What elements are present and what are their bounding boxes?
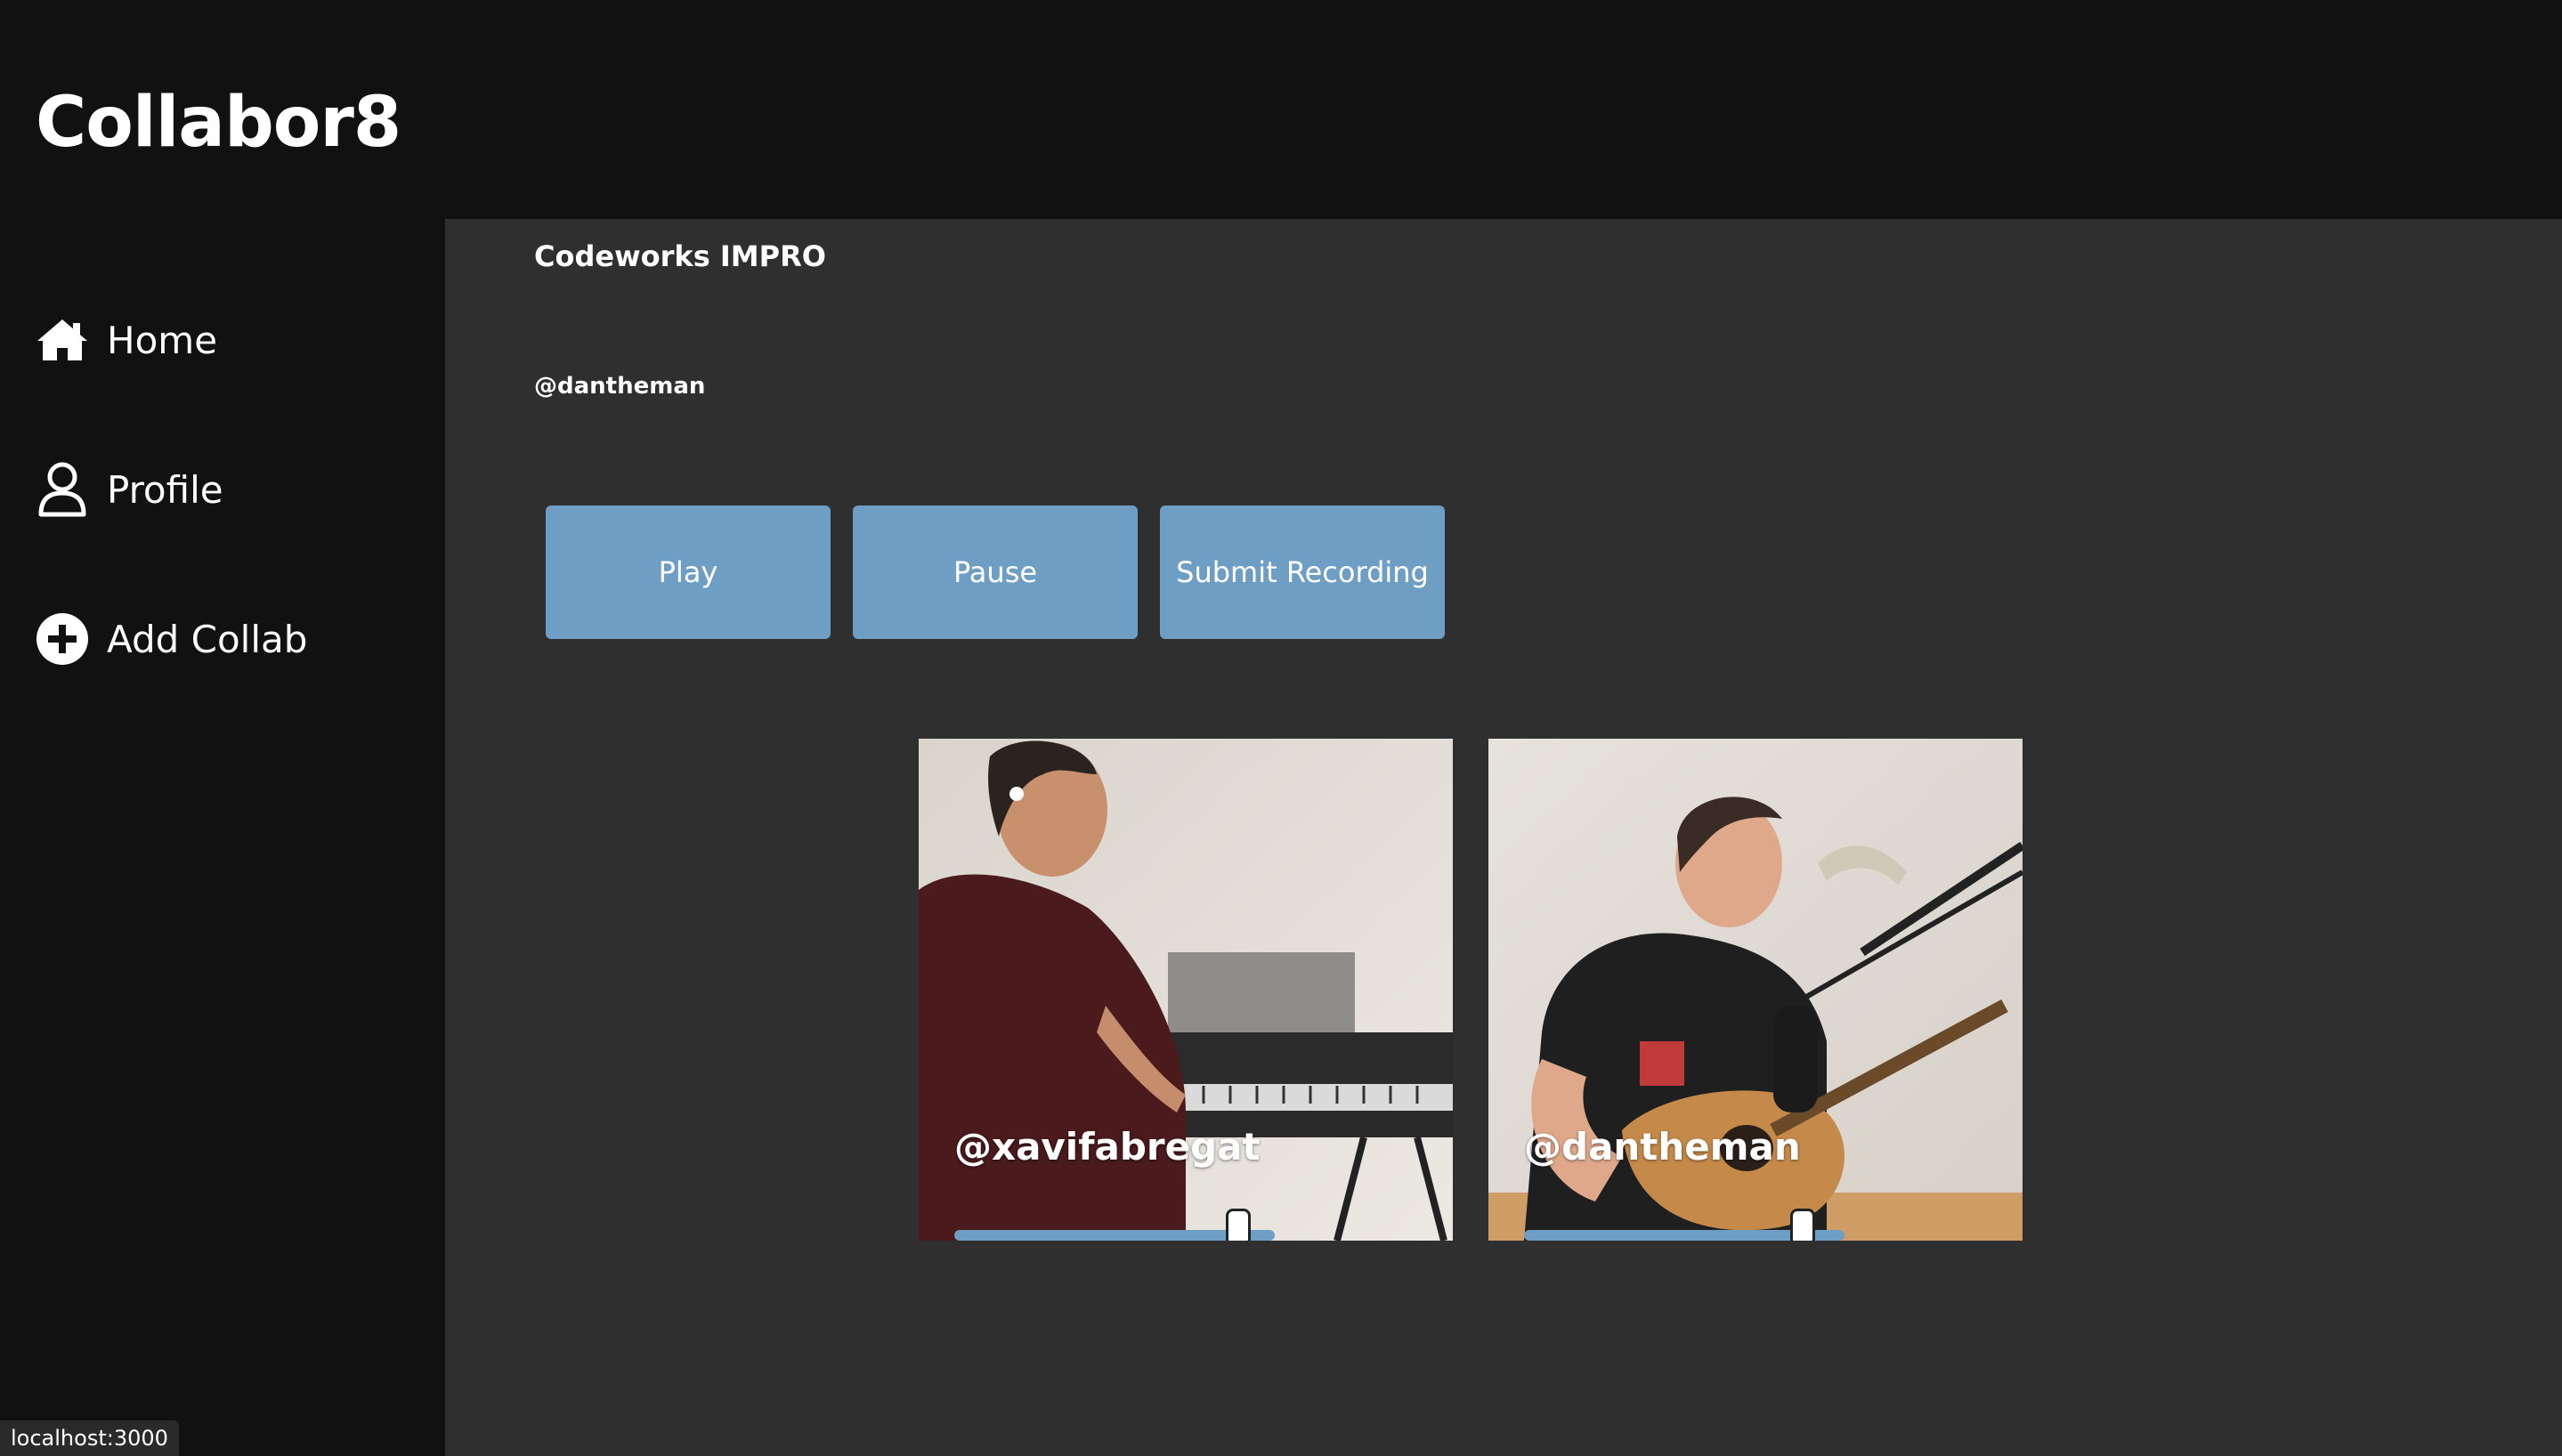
volume-slider[interactable] — [1524, 1209, 1844, 1241]
sidebar-item-home[interactable]: Home — [36, 304, 217, 376]
volume-slider[interactable] — [954, 1209, 1275, 1241]
submit-recording-button[interactable]: Submit Recording — [1160, 506, 1445, 639]
collab-panel: Codeworks IMPRO @dantheman Play Pause Su… — [445, 219, 2562, 1456]
video-tile[interactable]: @dantheman — [1488, 739, 2023, 1241]
slider-handle[interactable] — [1790, 1209, 1815, 1241]
sidebar-item-label: Profile — [107, 467, 223, 512]
top-bar: Collabor8 — [0, 0, 2562, 219]
slider-handle[interactable] — [1226, 1209, 1251, 1241]
sidebar-item-label: Home — [107, 318, 218, 362]
play-button[interactable]: Play — [546, 506, 831, 639]
sidebar-item-profile[interactable]: Profile — [36, 454, 223, 525]
app-title[interactable]: Collabor8 — [36, 78, 401, 167]
pause-button[interactable]: Pause — [853, 506, 1138, 639]
sidebar-item-label: Add Collab — [107, 617, 308, 661]
collab-title: Codeworks IMPRO — [534, 239, 826, 273]
home-icon — [36, 313, 89, 367]
video-tile[interactable]: @xavifabregat — [919, 739, 1453, 1241]
track-username: @dantheman — [1524, 1125, 1801, 1169]
sidebar-item-add-collab[interactable]: Add Collab — [36, 603, 307, 675]
sidebar: Home Profile Add Collab — [0, 219, 445, 1456]
track-username: @xavifabregat — [954, 1125, 1261, 1169]
user-icon — [36, 462, 89, 517]
plus-circle-icon — [36, 612, 89, 666]
collab-owner[interactable]: @dantheman — [534, 370, 705, 402]
status-bar-url: localhost:3000 — [0, 1420, 179, 1456]
